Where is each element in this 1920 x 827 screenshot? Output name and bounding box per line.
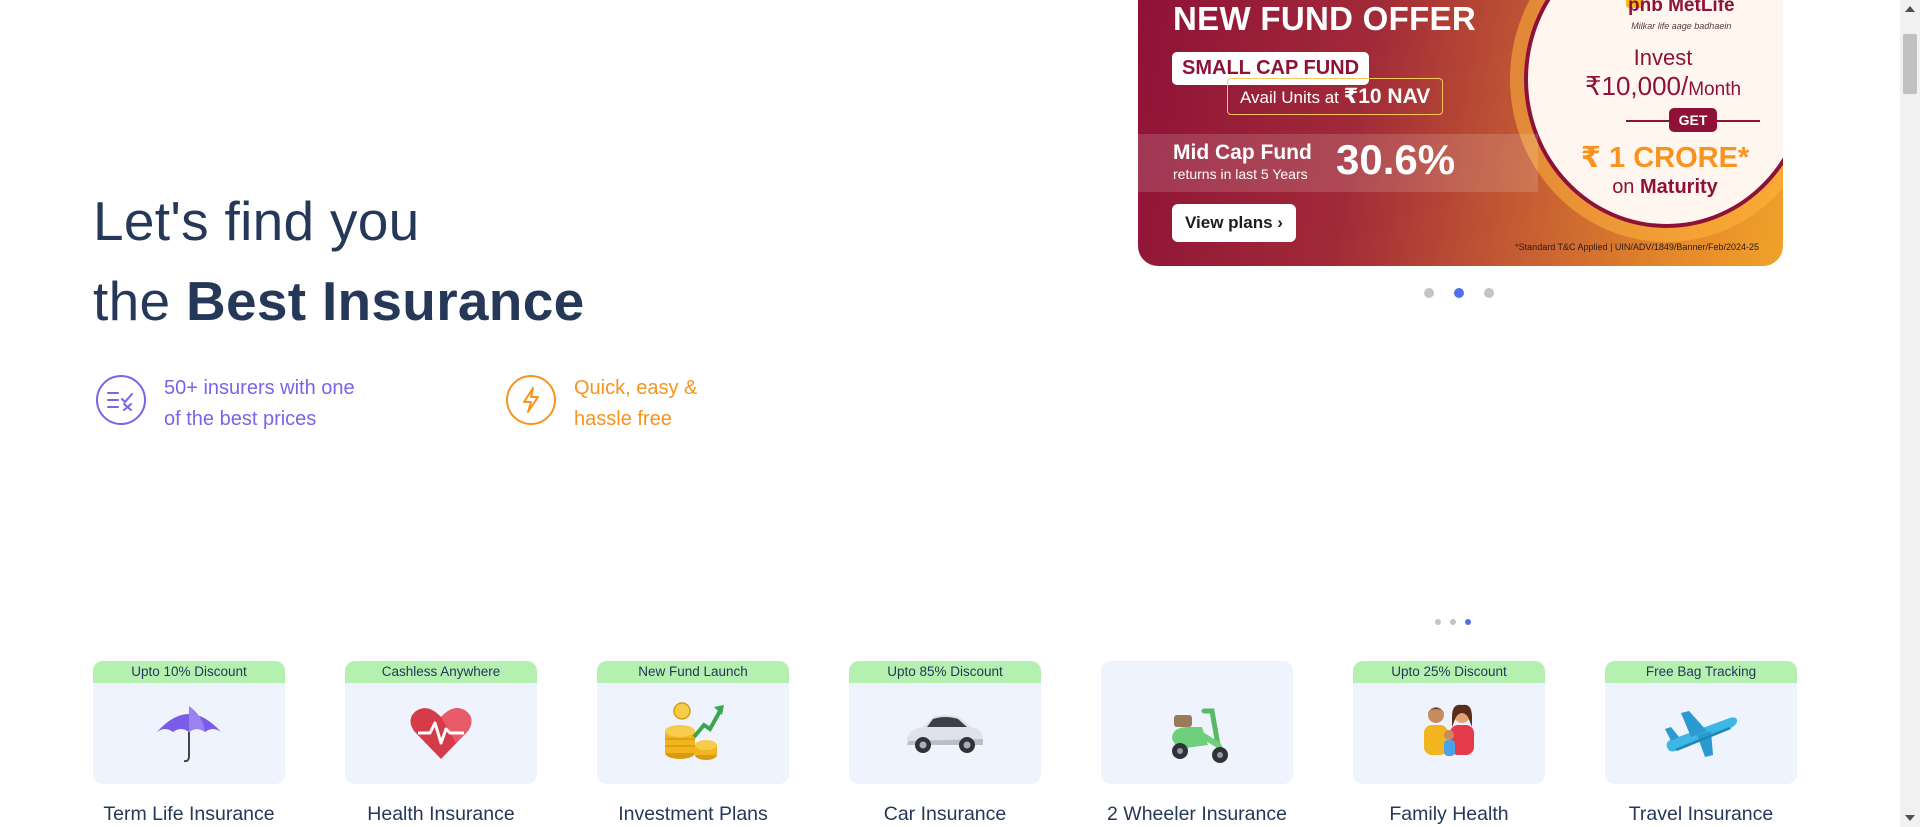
family-icon bbox=[1353, 693, 1545, 773]
hero-line-2: the Best Insurance bbox=[93, 268, 584, 334]
banner-midcap-title: Mid Cap Fund bbox=[1173, 141, 1312, 164]
product-card[interactable]: Cashless Anywhere bbox=[345, 661, 537, 784]
banner-get-label: GET bbox=[1669, 108, 1717, 132]
hero-line-2-prefix: the bbox=[93, 270, 186, 332]
coins-growth-icon bbox=[597, 693, 789, 773]
product-term-life[interactable]: Upto 10% Discount Term Life Insurance bbox=[93, 661, 285, 826]
product-name: Car Insurance bbox=[883, 803, 1007, 825]
banner-invest: Invest ₹10,000/Month bbox=[1578, 44, 1748, 104]
products-dot-1[interactable] bbox=[1435, 619, 1441, 625]
product-card[interactable]: New Fund Launch bbox=[597, 661, 789, 784]
banner-invest-label: Invest bbox=[1633, 45, 1693, 70]
banner-avail: Avail Units at ₹10 NAV bbox=[1227, 78, 1444, 115]
product-card[interactable]: Free Bag Tracking bbox=[1605, 661, 1797, 784]
banner-midcap-return: 30.6% bbox=[1336, 136, 1456, 183]
vertical-scrollbar[interactable] bbox=[1900, 0, 1920, 827]
product-badge: New Fund Launch bbox=[597, 661, 789, 683]
carousel-dot-2[interactable] bbox=[1454, 288, 1464, 298]
feature-insurers-line-2: of the best prices bbox=[164, 408, 317, 430]
product-investment[interactable]: New Fund Launch Investment Plans bbox=[597, 661, 789, 826]
banner-avail-value: ₹10 NAV bbox=[1343, 85, 1431, 108]
feature-quick: Quick, easy & hassle free bbox=[506, 373, 794, 435]
feature-quick-text: Quick, easy & hassle free bbox=[574, 373, 794, 435]
banner-brand-name: pnb MetLife bbox=[1628, 0, 1735, 16]
banner-get: GET bbox=[1626, 108, 1760, 132]
product-health[interactable]: Cashless Anywhere Health Insurance bbox=[345, 661, 537, 826]
banner-disclaimer: *Standard T&C Applied | UIN/ADV/1849/Ban… bbox=[1515, 242, 1759, 252]
product-badge: Upto 10% Discount bbox=[93, 661, 285, 683]
banner-invest-period: Month bbox=[1688, 79, 1742, 100]
airplane-icon bbox=[1605, 693, 1797, 773]
feature-quick-line-1: Quick, easy & bbox=[574, 377, 698, 399]
banner-crore: ₹ 1 CRORE* on Maturity bbox=[1580, 140, 1750, 199]
feature-quick-line-2: hassle free bbox=[574, 408, 672, 430]
product-list: Upto 10% Discount Term Life Insurance Ca… bbox=[93, 661, 1797, 826]
banner-maturity-bold: Maturity bbox=[1640, 176, 1718, 198]
scooter-icon bbox=[1101, 693, 1293, 773]
product-name: 2 Wheeler Insurance bbox=[1107, 803, 1287, 825]
banner-maturity: on Maturity bbox=[1580, 175, 1750, 199]
banner-carousel-dots bbox=[1424, 288, 1494, 298]
product-badge: Free Bag Tracking bbox=[1605, 661, 1797, 683]
product-name: Travel Insurance bbox=[1628, 803, 1774, 825]
compare-list-icon bbox=[96, 375, 146, 425]
carousel-dot-1[interactable] bbox=[1424, 288, 1434, 298]
scrollbar-thumb[interactable] bbox=[1903, 34, 1917, 94]
scroll-down-icon[interactable] bbox=[1905, 815, 1915, 821]
product-badge: Upto 25% Discount bbox=[1353, 661, 1545, 683]
product-card[interactable]: Upto 85% Discount bbox=[849, 661, 1041, 784]
carousel-dot-3[interactable] bbox=[1484, 288, 1494, 298]
hero-line-2-bold: Best Insurance bbox=[185, 270, 585, 332]
product-badge: Upto 85% Discount bbox=[849, 661, 1041, 683]
promo-banner[interactable]: NEW FUND OFFER SMALL CAP FUND Avail Unit… bbox=[1138, 0, 1783, 266]
hero-heading: Let's find you the Best Insurance bbox=[93, 188, 584, 334]
banner-midcap: Mid Cap Fund returns in last 5 Years bbox=[1173, 142, 1312, 184]
products-dot-3[interactable] bbox=[1465, 619, 1471, 625]
product-badge bbox=[1101, 661, 1293, 683]
product-name: Health Insurance bbox=[367, 803, 515, 825]
product-name: Family Health bbox=[1389, 803, 1509, 825]
banner-avail-prefix: Avail Units at bbox=[1240, 88, 1344, 107]
product-car[interactable]: Upto 85% Discount Car Insurance bbox=[849, 661, 1041, 826]
products-carousel-dots bbox=[1435, 619, 1471, 625]
product-name: Term Life Insurance bbox=[103, 803, 275, 825]
banner-crore-amount: ₹ 1 CRORE* bbox=[1580, 142, 1750, 174]
product-card[interactable]: Upto 25% Discount bbox=[1353, 661, 1545, 784]
heart-pulse-icon bbox=[345, 693, 537, 773]
product-badge: Cashless Anywhere bbox=[345, 661, 537, 683]
banner-brand-tagline: Milkar life aage badhaein bbox=[1631, 21, 1732, 31]
feature-insurers-text: 50+ insurers with one of the best prices bbox=[164, 373, 384, 435]
lightning-icon bbox=[506, 375, 556, 425]
umbrella-icon bbox=[93, 693, 285, 773]
feature-insurers-line-1: 50+ insurers with one bbox=[164, 377, 355, 399]
feature-insurers: 50+ insurers with one of the best prices bbox=[96, 373, 384, 435]
product-family-health[interactable]: Upto 25% Discount Family Health bbox=[1353, 661, 1545, 826]
view-plans-button[interactable]: View plans › bbox=[1172, 204, 1296, 242]
products-dot-2[interactable] bbox=[1450, 619, 1456, 625]
hero-line-1: Let's find you bbox=[93, 190, 420, 252]
product-name: Investment Plans bbox=[618, 803, 768, 825]
banner-midcap-sub: returns in last 5 Years bbox=[1173, 166, 1308, 182]
product-card[interactable] bbox=[1101, 661, 1293, 784]
product-card[interactable]: Upto 10% Discount bbox=[93, 661, 285, 784]
banner-invest-amount: ₹10,000/Month bbox=[1578, 72, 1748, 104]
car-icon bbox=[849, 693, 1041, 773]
banner-headline: NEW FUND OFFER bbox=[1173, 0, 1477, 37]
banner-brand: pnb MetLife Milkar life aage badhaein bbox=[1628, 0, 1735, 31]
banner-maturity-prefix: on bbox=[1612, 176, 1640, 198]
scroll-up-icon[interactable] bbox=[1905, 6, 1915, 12]
banner-invest-amount-value: ₹10,000/ bbox=[1584, 71, 1689, 101]
product-two-wheeler[interactable]: 2 Wheeler Insurance bbox=[1101, 661, 1293, 826]
product-travel[interactable]: Free Bag Tracking Travel Insurance bbox=[1605, 661, 1797, 826]
